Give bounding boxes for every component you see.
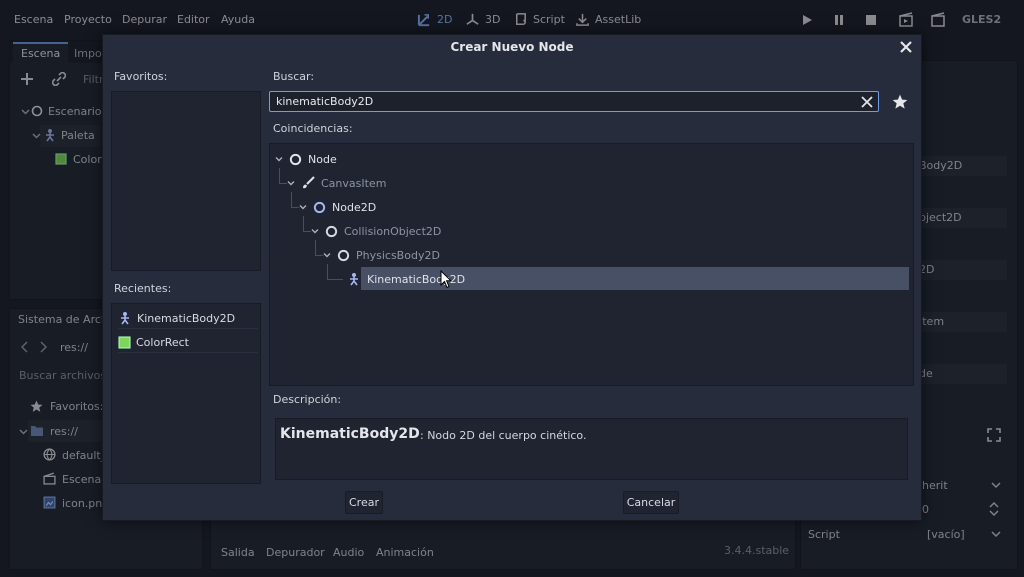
recents-list: KinematicBody2D ColorRect: [111, 303, 261, 484]
brush-icon: [303, 176, 315, 189]
tree-item-label: PhysicsBody2D: [356, 248, 440, 262]
search-input[interactable]: [269, 91, 879, 112]
tree-guide: [291, 207, 299, 208]
chevron-down-icon[interactable]: [311, 227, 319, 235]
tree-guide: [291, 192, 292, 208]
tree-item-label: CollisionObject2D: [344, 224, 442, 238]
node2d-circle-icon: [313, 201, 326, 213]
color-rect-icon: [118, 335, 131, 349]
recent-item-label: KinematicBody2D: [137, 311, 236, 325]
create-node-dialog: Crear Nuevo Node Favoritos: Recientes: K…: [102, 34, 922, 521]
chevron-down-icon[interactable]: [323, 251, 331, 259]
tree-guide: [303, 216, 304, 232]
tree-item-label: Node2D: [332, 200, 377, 214]
tree-item-physicsbody2d[interactable]: PhysicsBody2D: [323, 245, 440, 265]
recents-label: Recientes:: [114, 282, 172, 295]
kinematic-body-icon: [121, 312, 129, 325]
recent-item[interactable]: KinematicBody2D: [118, 307, 258, 329]
tree-guide: [327, 264, 328, 280]
favorites-list[interactable]: [111, 91, 261, 271]
description-label: Descripción:: [273, 393, 342, 406]
tree-item-label: Node: [308, 152, 337, 166]
chevron-down-icon[interactable]: [287, 179, 295, 187]
mouse-cursor-icon: [440, 270, 452, 289]
tree-guide: [327, 279, 343, 280]
divider: [118, 328, 258, 329]
tree-guide: [303, 231, 311, 232]
matches-tree: Node CanvasItem Node2D CollisionObject2D…: [269, 143, 914, 386]
tree-item-node2d[interactable]: Node2D: [299, 197, 376, 217]
search-label: Buscar:: [273, 70, 315, 83]
tree-guide: [279, 168, 280, 184]
cancel-button[interactable]: Cancelar: [623, 491, 679, 514]
description-box: KinematicBody2D : Nodo 2D del cuerpo cin…: [275, 418, 908, 480]
dialog-title: Crear Nuevo Node: [450, 40, 574, 54]
tree-item-node[interactable]: Node: [275, 149, 337, 169]
node-circle-icon: [289, 153, 302, 165]
star-icon[interactable]: [892, 94, 908, 110]
kinematic-body-icon: [350, 273, 358, 286]
recent-item-label: ColorRect: [136, 335, 189, 349]
tree-item-collisionobject2d[interactable]: CollisionObject2D: [311, 221, 441, 241]
chevron-down-icon[interactable]: [299, 203, 307, 211]
favorites-label: Favoritos:: [114, 70, 168, 83]
node-circle-icon: [325, 225, 338, 237]
description-title: KinematicBody2D: [280, 426, 420, 442]
node-circle-icon: [337, 249, 350, 261]
clear-icon[interactable]: [861, 96, 873, 108]
tree-item-label: CanvasItem: [321, 176, 387, 190]
tree-guide: [279, 183, 287, 184]
tree-item-canvasitem[interactable]: CanvasItem: [287, 173, 386, 193]
create-button[interactable]: Crear: [345, 491, 383, 514]
tree-guide: [315, 240, 316, 256]
divider: [118, 352, 258, 353]
tree-guide: [315, 255, 323, 256]
matches-label: Coincidencias:: [273, 122, 353, 135]
close-icon[interactable]: [897, 38, 915, 56]
recent-item[interactable]: ColorRect: [118, 331, 258, 353]
description-text: : Nodo 2D del cuerpo cinético.: [420, 429, 587, 442]
chevron-down-icon[interactable]: [275, 155, 283, 163]
